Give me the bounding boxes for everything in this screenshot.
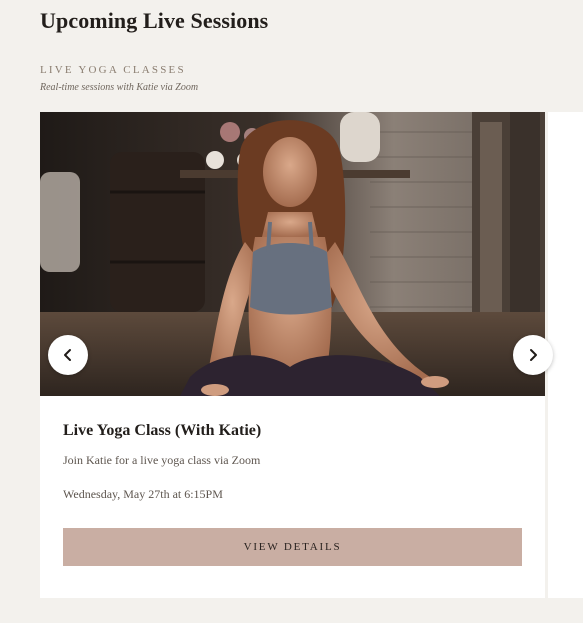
carousel-prev-button[interactable] bbox=[48, 335, 88, 375]
session-card: Live Yoga Class (With Katie) Join Katie … bbox=[40, 112, 545, 598]
session-card-image bbox=[40, 112, 545, 396]
chevron-right-icon bbox=[530, 349, 537, 361]
carousel-next-button[interactable] bbox=[513, 335, 553, 375]
woman-meditating-photo bbox=[40, 112, 545, 396]
chevron-left-icon bbox=[64, 349, 71, 361]
page-title: Upcoming Live Sessions bbox=[40, 8, 269, 33]
view-details-button[interactable]: VIEW DETAILS bbox=[63, 528, 522, 566]
session-title: Live Yoga Class (With Katie) bbox=[63, 422, 262, 439]
section-subheading: Real-time sessions with Katie via Zoom bbox=[40, 82, 199, 93]
session-description: Join Katie for a live yoga class via Zoo… bbox=[63, 453, 261, 467]
next-card-peek bbox=[548, 112, 583, 598]
session-carousel: Live Yoga Class (With Katie) Join Katie … bbox=[40, 112, 545, 598]
section-heading: LIVE YOGA CLASSES bbox=[40, 64, 186, 76]
session-date: Wednesday, May 27th at 6:15PM bbox=[63, 487, 223, 501]
